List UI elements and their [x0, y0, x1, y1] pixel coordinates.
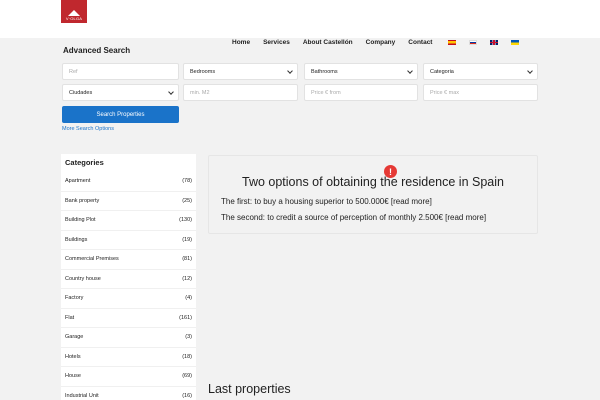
price-from-field[interactable] — [304, 84, 418, 101]
category-name: Buildings — [65, 236, 88, 243]
residence-info-title: Two options of obtaining the residence i… — [242, 175, 504, 189]
nav-about-castellon[interactable]: About Castellón — [303, 39, 353, 46]
chevron-down-icon — [168, 89, 174, 95]
category-name: House — [65, 373, 81, 380]
bathrooms-select[interactable]: Bathrooms — [304, 63, 418, 80]
residence-option-one[interactable]: The first: to buy a housing superior to … — [221, 197, 432, 206]
bedrooms-select[interactable]: Bedrooms — [183, 63, 298, 80]
category-item[interactable]: Commercial Premises (81) — [61, 250, 196, 270]
spanish-flag-icon[interactable] — [448, 40, 457, 45]
nav-contact[interactable]: Contact — [408, 39, 432, 46]
category-name: Factory — [65, 295, 84, 302]
categoria-select[interactable]: Categoria — [423, 63, 538, 80]
category-name: Bank property — [65, 197, 100, 204]
category-name: Apartment — [65, 178, 91, 185]
bedrooms-value: Bedrooms — [190, 68, 216, 75]
min-m2-field[interactable] — [183, 84, 298, 101]
chevron-down-icon — [287, 68, 293, 74]
category-item[interactable]: Garage (3) — [61, 328, 196, 348]
ukrainian-flag-icon[interactable] — [511, 40, 520, 45]
nav-company[interactable]: Company — [366, 39, 396, 46]
price-max-input[interactable] — [430, 89, 537, 96]
residence-info-box: Two options of obtaining the residence i… — [208, 155, 538, 234]
category-name: Country house — [65, 275, 101, 282]
categories-title: Categories — [65, 158, 104, 167]
category-count: (78) — [182, 178, 192, 185]
search-properties-button[interactable]: Search Properties — [62, 106, 179, 123]
advanced-search-title: Advanced Search — [63, 46, 131, 55]
min-m2-input[interactable] — [190, 89, 297, 96]
residence-option-two[interactable]: The second: to credit a source of percep… — [221, 213, 486, 222]
category-count: (161) — [179, 314, 192, 321]
category-count: (69) — [182, 373, 192, 380]
category-item[interactable]: Building Plot (130) — [61, 211, 196, 231]
category-count: (81) — [182, 256, 192, 263]
category-count: (12) — [182, 275, 192, 282]
categories-panel: Categories Apartment (78) Bank property (2… — [61, 154, 196, 400]
english-flag-icon[interactable] — [490, 40, 499, 45]
category-count: (4) — [185, 295, 192, 302]
chevron-down-icon — [407, 68, 413, 74]
alert-icon[interactable]: ! — [384, 165, 397, 178]
category-item[interactable]: Factory (4) — [61, 289, 196, 309]
chevron-down-icon — [527, 68, 533, 74]
price-from-input[interactable] — [311, 89, 417, 96]
category-item[interactable]: Bank property (25) — [61, 192, 196, 211]
category-count: (16) — [182, 392, 192, 399]
category-name: Hotels — [65, 353, 81, 360]
categoria-value: Categoria — [430, 68, 454, 75]
category-name: Building Plot — [65, 217, 96, 224]
main-nav: Home Services About Castellón Company Co… — [232, 39, 532, 46]
category-count: (25) — [182, 197, 192, 204]
more-search-options-link[interactable]: More Search Options — [62, 126, 114, 132]
category-item[interactable]: House (69) — [61, 367, 196, 387]
category-item[interactable]: Industrial Unit (16) — [61, 387, 196, 400]
category-name: Commercial Premises — [65, 256, 119, 263]
bathrooms-value: Bathrooms — [311, 68, 338, 75]
top-bar: V·OLGA — [0, 0, 600, 38]
ref-input[interactable] — [69, 68, 178, 75]
ciudades-select[interactable]: Ciudades — [62, 84, 179, 101]
category-name: Flat — [65, 314, 75, 321]
nav-home[interactable]: Home — [232, 39, 250, 46]
logo[interactable]: V·OLGA — [61, 0, 87, 23]
category-item[interactable]: Country house (12) — [61, 270, 196, 289]
last-properties-heading: Last properties — [208, 382, 291, 396]
category-count: (3) — [185, 334, 192, 341]
russian-flag-icon[interactable] — [469, 40, 478, 45]
category-count: (130) — [179, 217, 192, 224]
price-max-field[interactable] — [423, 84, 538, 101]
ciudades-value: Ciudades — [69, 89, 93, 96]
logo-text: V·OLGA — [65, 16, 83, 21]
category-item[interactable]: Flat (161) — [61, 309, 196, 328]
category-count: (19) — [182, 236, 192, 243]
nav-services[interactable]: Services — [263, 39, 290, 46]
category-count: (18) — [182, 353, 192, 360]
category-name: Garage — [65, 334, 84, 341]
category-item[interactable]: Hotels (18) — [61, 348, 196, 367]
ref-field[interactable] — [62, 63, 179, 80]
category-item[interactable]: Buildings (19) — [61, 231, 196, 250]
category-item[interactable]: Apartment (78) — [61, 172, 196, 192]
category-name: Industrial Unit — [65, 392, 99, 399]
